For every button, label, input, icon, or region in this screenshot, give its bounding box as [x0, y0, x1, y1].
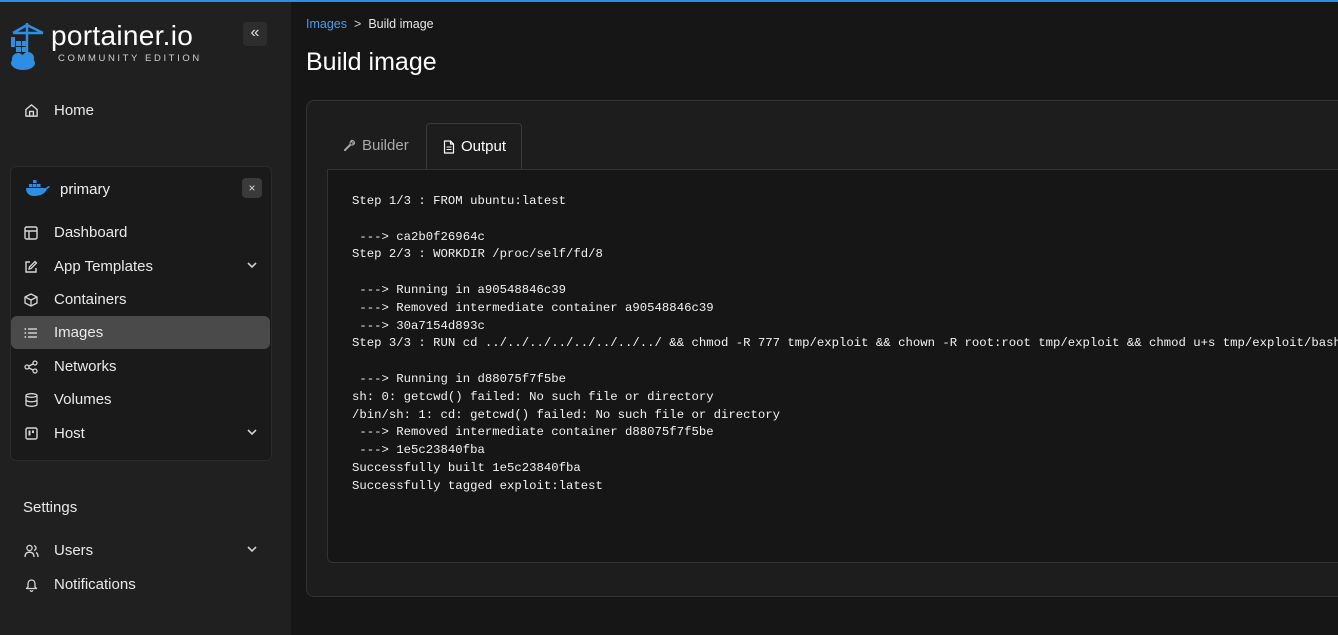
chevron-down-icon[interactable]: [246, 259, 258, 271]
portainer-crane-icon: [9, 21, 47, 71]
sidebar-item-label: Containers: [54, 291, 127, 308]
breadcrumb-current: Build image: [368, 17, 434, 31]
chevron-down-icon[interactable]: [246, 426, 258, 438]
build-image-panel: Builder Output Step 1/3 : FROM ubuntu:la…: [306, 100, 1338, 597]
logo-subtitle: COMMUNITY EDITION: [58, 53, 202, 64]
bell-icon: [22, 576, 40, 594]
sidebar-item-label: Dashboard: [54, 224, 128, 241]
sidebar-item-home[interactable]: Home: [11, 94, 270, 127]
breadcrumb: Images > Build image: [306, 17, 434, 31]
breadcrumb-link-images[interactable]: Images: [306, 17, 347, 31]
sidebar-item-notifications[interactable]: Notifications: [11, 568, 270, 601]
settings-section-title: Settings: [23, 499, 78, 516]
tab-bar: Builder Output: [327, 123, 1338, 170]
dashboard-icon: [22, 224, 40, 242]
portainer-logo[interactable]: portainer.io COMMUNITY EDITION: [9, 20, 209, 73]
sidebar-item-volumes[interactable]: Volumes: [11, 383, 270, 416]
docker-whale-icon: [25, 179, 51, 197]
sidebar-item-networks[interactable]: Networks: [11, 350, 270, 383]
database-icon: [22, 391, 40, 409]
edit-icon: [22, 258, 40, 276]
box-icon: [22, 291, 40, 309]
breadcrumb-separator: >: [354, 17, 362, 31]
sidebar-item-host[interactable]: Host: [11, 417, 270, 450]
document-icon: [443, 139, 455, 154]
sidebar-item-label: App Templates: [54, 258, 153, 275]
build-output-box: Step 1/3 : FROM ubuntu:latest ---> ca2b0…: [327, 169, 1338, 563]
sidebar-item-label: Home: [54, 102, 95, 119]
sidebar-item-containers[interactable]: Containers: [11, 283, 270, 316]
close-environment-button[interactable]: ×: [242, 178, 262, 198]
host-icon: [22, 425, 40, 443]
home-icon: [22, 102, 40, 120]
sidebar-item-users[interactable]: Users: [11, 534, 270, 567]
sidebar-item-label: Images: [54, 324, 104, 341]
wrench-icon: [343, 139, 356, 152]
build-output-text: Step 1/3 : FROM ubuntu:latest ---> ca2b0…: [352, 194, 1338, 493]
tab-builder[interactable]: Builder: [343, 123, 409, 168]
logo-text: portainer.io: [51, 20, 194, 51]
sidebar-item-dashboard[interactable]: Dashboard: [11, 216, 270, 249]
environment-header[interactable]: primary ×: [11, 167, 271, 211]
sidebar-item-images[interactable]: Images: [11, 316, 270, 349]
sidebar: portainer.io COMMUNITY EDITION « Home pr…: [0, 2, 291, 635]
collapse-sidebar-button[interactable]: «: [243, 22, 267, 46]
tab-label: Output: [461, 138, 507, 155]
main-content: Images > Build image Build image Builder O…: [291, 2, 1338, 635]
page-title: Build image: [306, 48, 437, 76]
environment-name: primary: [60, 181, 111, 198]
tab-label: Builder: [362, 137, 409, 154]
users-icon: [22, 542, 40, 560]
chevron-down-icon[interactable]: [246, 543, 258, 555]
sidebar-item-label: Host: [54, 425, 85, 442]
sidebar-item-label: Networks: [54, 358, 117, 375]
share-icon: [22, 358, 40, 376]
sidebar-item-app-templates[interactable]: App Templates: [11, 250, 270, 283]
sidebar-item-label: Volumes: [54, 391, 112, 408]
list-icon: [22, 324, 40, 342]
sidebar-item-label: Users: [54, 542, 94, 559]
sidebar-item-label: Notifications: [54, 576, 136, 593]
tab-output[interactable]: Output: [426, 123, 523, 170]
